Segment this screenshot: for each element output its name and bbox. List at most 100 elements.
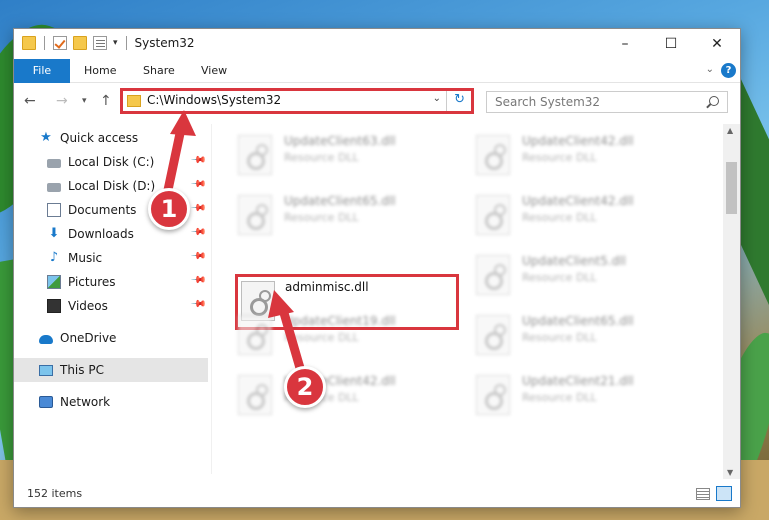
sidebar-item-pictures[interactable]: Pictures 📌 <box>14 270 208 294</box>
sidebar-item-local-disk-c[interactable]: Local Disk (C:) 📌 <box>14 150 208 174</box>
file-item[interactable]: UpdateClient19.dll Resource DLL <box>212 306 442 362</box>
address-separator <box>446 91 447 111</box>
address-path[interactable]: C:\Windows\System32 <box>147 93 281 107</box>
sidebar-item-this-pc[interactable]: This PC <box>14 358 208 382</box>
file-item[interactable]: UpdateClient42.dll Resource DLL <box>212 366 442 422</box>
help-icon[interactable]: ? <box>721 63 736 78</box>
dll-file-icon <box>238 375 272 415</box>
file-type: Resource DLL <box>522 271 597 284</box>
onedrive-icon <box>39 335 53 344</box>
file-name: UpdateClient19.dll <box>284 314 396 328</box>
file-name: UpdateClient63.dll <box>284 134 396 148</box>
tab-file[interactable]: File <box>14 59 70 83</box>
music-icon: ♪ <box>49 250 59 265</box>
drive-icon <box>47 159 61 168</box>
step-1-badge: 1 <box>148 188 190 230</box>
quick-access-toolbar: ▾ System32 <box>22 36 195 50</box>
pin-icon: 📌 <box>189 152 207 169</box>
file-item[interactable]: UpdateClient21.dll Resource DLL <box>450 366 680 422</box>
close-button[interactable]: ✕ <box>694 29 740 59</box>
ribbon: File Home Share View ⌄ ? <box>14 59 740 83</box>
folder-icon <box>127 95 141 107</box>
sidebar-item-label: Downloads <box>68 227 134 241</box>
sidebar-item-label: Network <box>60 395 111 409</box>
new-folder-icon[interactable] <box>73 36 87 50</box>
expand-ribbon-chevron-icon[interactable]: ⌄ <box>706 64 714 75</box>
minimize-button[interactable]: – <box>602 29 648 59</box>
sidebar-item-label: OneDrive <box>60 331 117 345</box>
dll-file-icon <box>238 135 272 175</box>
file-item[interactable]: UpdateClient65.dll Resource DLL <box>212 186 442 242</box>
file-item[interactable]: UpdateClient63.dll Resource DLL <box>212 126 442 182</box>
drive-icon <box>47 183 61 192</box>
file-name: UpdateClient42.dll <box>522 134 634 148</box>
file-name: UpdateClient42.dll <box>522 194 634 208</box>
address-history-chevron-icon[interactable]: ⌄ <box>433 93 441 104</box>
file-item[interactable]: UpdateClient5.dll Resource DLL <box>450 246 680 302</box>
window-controls: – ☐ ✕ <box>602 29 740 59</box>
search-placeholder: Search System32 <box>495 95 601 109</box>
dll-file-icon <box>476 255 510 295</box>
file-item[interactable]: UpdateClient42.dll Resource DLL <box>450 126 680 182</box>
status-bar: 152 items <box>14 481 740 507</box>
file-name: UpdateClient21.dll <box>522 374 634 388</box>
file-type: Resource DLL <box>284 151 359 164</box>
tab-home[interactable]: Home <box>84 59 116 83</box>
file-name: UpdateClient5.dll <box>522 254 626 268</box>
tab-share[interactable]: Share <box>143 59 175 83</box>
address-bar[interactable]: C:\Windows\System32 ⌄ ↻ <box>120 88 474 114</box>
recent-locations-dropdown-icon[interactable]: ▾ <box>82 96 87 106</box>
step-2-badge: 2 <box>284 366 326 408</box>
file-name: UpdateClient65.dll <box>522 314 634 328</box>
up-arrow-icon[interactable]: ↑ <box>100 93 112 109</box>
pin-icon: 📌 <box>189 224 207 241</box>
file-item[interactable]: UpdateClient42.dll Resource DLL <box>450 186 680 242</box>
file-type: Resource DLL <box>522 211 597 224</box>
maximize-button[interactable]: ☐ <box>648 29 694 59</box>
sidebar-item-label: Local Disk (D:) <box>68 179 156 193</box>
sidebar-item-onedrive[interactable]: OneDrive <box>14 326 208 350</box>
documents-icon <box>47 203 61 217</box>
back-arrow-icon[interactable]: ← <box>24 93 36 109</box>
customize-toolbar-dropdown[interactable]: ▾ <box>113 38 118 48</box>
details-view-icon[interactable] <box>696 488 710 500</box>
sidebar-item-music[interactable]: ♪ Music 📌 <box>14 246 208 270</box>
toolbar-separator <box>44 36 45 50</box>
network-icon <box>39 396 53 408</box>
properties-check-icon[interactable] <box>53 36 67 50</box>
sidebar-item-label: Quick access <box>60 131 139 145</box>
folder-icon <box>22 36 36 50</box>
sidebar-item-quick-access[interactable]: ★ Quick access <box>14 126 208 150</box>
navigation-bar: ← → ▾ ↑ C:\Windows\System32 ⌄ ↻ Search S… <box>14 84 740 118</box>
computer-icon <box>39 364 53 376</box>
file-explorer-window: ▾ System32 – ☐ ✕ File Home Share View ⌄ … <box>13 28 741 508</box>
file-item[interactable]: UpdateClient65.dll Resource DLL <box>450 306 680 362</box>
vertical-scrollbar[interactable]: ▲ ▼ <box>723 124 740 479</box>
forward-arrow-icon[interactable]: → <box>56 93 68 109</box>
dll-file-icon <box>238 315 272 355</box>
dll-file-icon <box>476 135 510 175</box>
sidebar-item-videos[interactable]: Videos 📌 <box>14 294 208 318</box>
scrollbar-thumb[interactable] <box>726 162 737 214</box>
large-icons-view-icon[interactable] <box>716 486 732 501</box>
download-icon: ⬇ <box>48 226 60 241</box>
sidebar-item-label: Videos <box>68 299 108 313</box>
tab-view[interactable]: View <box>201 59 227 83</box>
search-input[interactable]: Search System32 <box>486 91 728 113</box>
star-icon: ★ <box>40 130 52 145</box>
search-icon[interactable] <box>709 96 719 106</box>
pin-icon: 📌 <box>189 248 207 265</box>
dll-file-icon <box>238 195 272 235</box>
pin-icon: 📌 <box>189 272 207 289</box>
refresh-icon[interactable]: ↻ <box>454 92 465 107</box>
scroll-up-icon[interactable]: ▲ <box>727 126 733 135</box>
sidebar-item-network[interactable]: Network <box>14 390 208 414</box>
dll-file-icon <box>476 375 510 415</box>
dll-file-icon <box>476 315 510 355</box>
scroll-down-icon[interactable]: ▼ <box>727 468 733 477</box>
file-type: Resource DLL <box>522 331 597 344</box>
file-name: UpdateClient65.dll <box>284 194 396 208</box>
rename-icon[interactable] <box>93 36 107 50</box>
sidebar-item-label: Music <box>68 251 103 265</box>
sidebar-item-label: Local Disk (C:) <box>68 155 155 169</box>
